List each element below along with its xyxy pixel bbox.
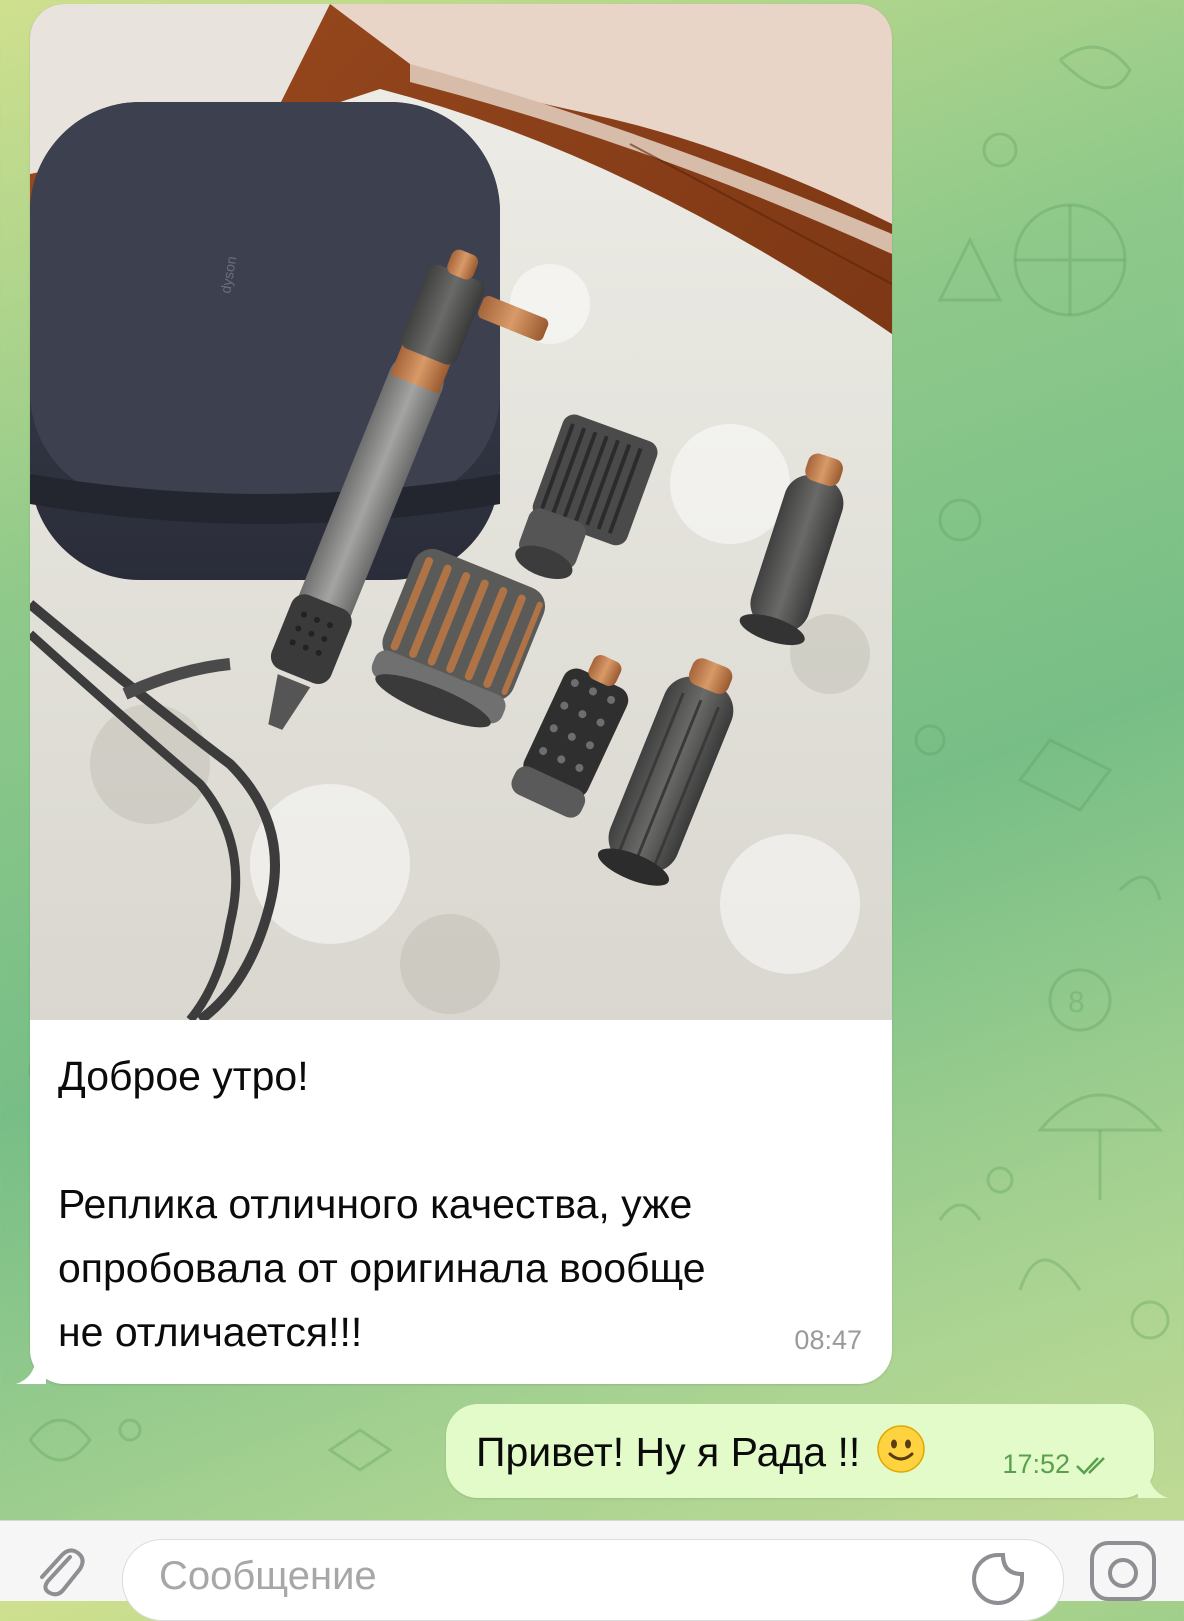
svg-text:8: 8 bbox=[1068, 986, 1085, 1019]
outgoing-timestamp: 17:52 bbox=[1002, 1449, 1070, 1479]
slightly-smiling-face-icon bbox=[876, 1425, 925, 1473]
incoming-timestamp: 08:47 bbox=[794, 1325, 862, 1355]
paperclip-icon[interactable] bbox=[28, 1541, 88, 1601]
message-photo[interactable]: dyson bbox=[30, 4, 892, 1020]
outgoing-text: Привет! Ну я Рада !! bbox=[476, 1429, 861, 1475]
double-check-icon bbox=[1076, 1456, 1105, 1475]
outgoing-message-bubble[interactable]: Привет! Ну я Рада !! 17:52 bbox=[446, 1404, 1168, 1498]
bubble-tail-in bbox=[16, 1358, 46, 1384]
message-caption: Доброе утро! Реплика отличного качества,… bbox=[58, 1044, 858, 1364]
incoming-message-bubble[interactable]: dyson Доброе утро! Реплика отличного кач… bbox=[16, 4, 892, 1384]
outgoing-meta: 17:52 bbox=[1002, 1449, 1114, 1480]
composer-bar: Сообщение bbox=[0, 1520, 1184, 1621]
message-text: Реплика отличного качества, уже опробова… bbox=[58, 1181, 706, 1355]
sticker-icon[interactable] bbox=[969, 1550, 1027, 1608]
message-input-placeholder: Сообщение bbox=[159, 1554, 377, 1598]
dyson-airwrap-photo-icon: dyson bbox=[30, 4, 892, 1020]
message-input[interactable]: Сообщение bbox=[122, 1539, 1064, 1621]
camera-icon[interactable] bbox=[1086, 1537, 1160, 1601]
outgoing-text-line: Привет! Ну я Рада !! bbox=[476, 1424, 926, 1476]
bubble-tail-out bbox=[1138, 1472, 1168, 1498]
greeting-text: Доброе утро! bbox=[58, 1053, 309, 1099]
